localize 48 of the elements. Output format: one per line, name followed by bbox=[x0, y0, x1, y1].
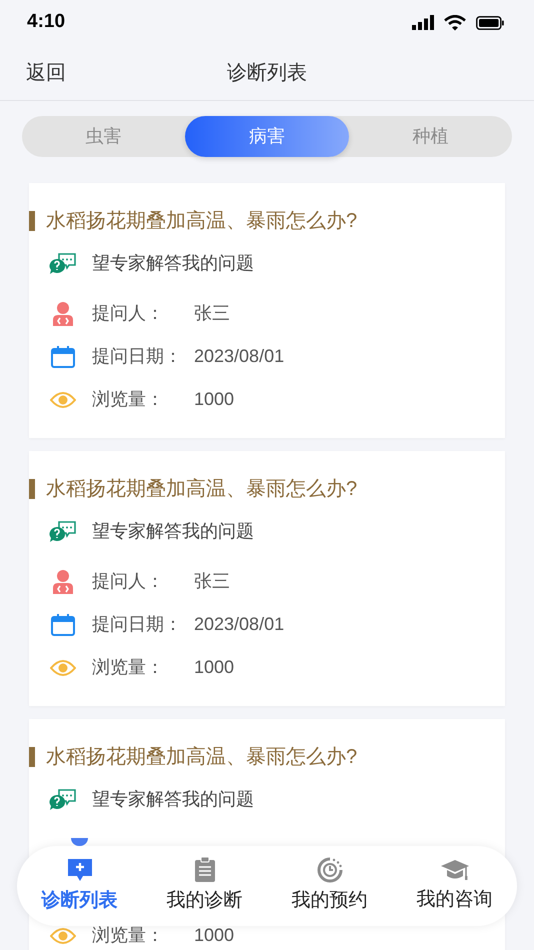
question-text: 望专家解答我的问题 bbox=[92, 252, 254, 274]
question-title: 水稻扬花期叠加高温、暴雨怎么办? bbox=[46, 745, 358, 770]
question-chat-icon bbox=[48, 251, 76, 275]
person-icon bbox=[52, 570, 74, 594]
message-plus-icon bbox=[66, 856, 92, 883]
field-label: 浏览量： bbox=[92, 924, 165, 947]
question-title: 水稻扬花期叠加高温、暴雨怎么办? bbox=[46, 209, 358, 234]
page-title: 诊断列表 bbox=[227, 60, 307, 86]
question-text: 望专家解答我的问题 bbox=[92, 520, 254, 542]
field-value: 1000 bbox=[194, 388, 234, 411]
nav-tab[interactable]: 我的诊断 bbox=[142, 856, 267, 916]
field-value: 张三 bbox=[194, 570, 230, 593]
field-value: 2023/08/01 bbox=[194, 345, 284, 368]
eye-icon bbox=[50, 390, 76, 408]
field-label: 提问日期： bbox=[92, 345, 183, 368]
graduation-cap-icon bbox=[440, 858, 468, 882]
signal-icon bbox=[412, 15, 434, 30]
field-value: 1000 bbox=[194, 656, 234, 679]
title-accent-bar bbox=[29, 747, 35, 767]
clock-icon bbox=[316, 856, 342, 883]
field-value: 张三 bbox=[194, 302, 230, 325]
nav-tab[interactable]: 我的预约 bbox=[267, 856, 392, 916]
segment-tab[interactable]: 病害 bbox=[185, 116, 349, 157]
question-chat-icon bbox=[48, 519, 76, 543]
field-label: 提问人： bbox=[92, 302, 165, 325]
calendar-icon bbox=[50, 614, 74, 636]
eye-icon bbox=[50, 658, 76, 676]
eye-icon bbox=[50, 926, 76, 944]
back-button[interactable]: 返回 bbox=[26, 58, 66, 88]
question-card[interactable]: 水稻扬花期叠加高温、暴雨怎么办? 望专家解答我的问题 提问人： 张三 提问日期： 2023/08/01 浏览量： 1000 bbox=[29, 451, 505, 706]
calendar-icon bbox=[50, 346, 74, 368]
title-accent-bar bbox=[29, 211, 35, 231]
title-accent-bar bbox=[29, 479, 35, 499]
field-label: 浏览量： bbox=[92, 388, 165, 411]
question-title: 水稻扬花期叠加高温、暴雨怎么办? bbox=[46, 477, 358, 502]
field-label: 浏览量： bbox=[92, 656, 165, 679]
wifi-icon bbox=[444, 14, 466, 30]
field-label: 提问日期： bbox=[92, 613, 183, 636]
person-icon bbox=[52, 302, 74, 326]
status-time: 4:10 bbox=[27, 10, 66, 34]
clipboard-icon bbox=[194, 856, 216, 883]
field-value: 2023/08/01 bbox=[194, 613, 284, 636]
field-label: 提问人： bbox=[92, 570, 165, 593]
question-text: 望专家解答我的问题 bbox=[92, 788, 254, 810]
question-chat-icon bbox=[48, 787, 76, 811]
field-value: 1000 bbox=[194, 924, 234, 947]
battery-icon bbox=[476, 16, 504, 30]
question-card[interactable]: 水稻扬花期叠加高温、暴雨怎么办? 望专家解答我的问题 提问人： 张三 提问日期： 2023/08/01 浏览量： 1000 bbox=[29, 183, 505, 438]
